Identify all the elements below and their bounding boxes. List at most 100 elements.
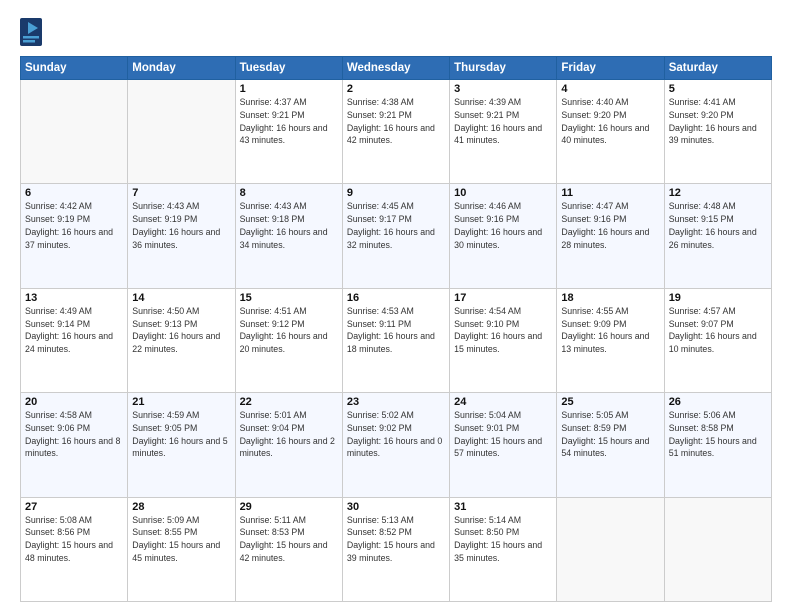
day-info: Sunrise: 4:43 AMSunset: 9:18 PMDaylight:…	[240, 200, 338, 251]
calendar-cell: 6Sunrise: 4:42 AMSunset: 9:19 PMDaylight…	[21, 184, 128, 288]
day-info: Sunrise: 5:09 AMSunset: 8:55 PMDaylight:…	[132, 514, 230, 565]
calendar-cell: 5Sunrise: 4:41 AMSunset: 9:20 PMDaylight…	[664, 80, 771, 184]
day-number: 1	[240, 83, 338, 95]
day-info: Sunrise: 5:06 AMSunset: 8:58 PMDaylight:…	[669, 409, 767, 460]
day-number: 22	[240, 396, 338, 408]
calendar-cell: 11Sunrise: 4:47 AMSunset: 9:16 PMDayligh…	[557, 184, 664, 288]
weekday-header-tuesday: Tuesday	[235, 57, 342, 80]
day-number: 21	[132, 396, 230, 408]
weekday-header-thursday: Thursday	[450, 57, 557, 80]
day-info: Sunrise: 4:48 AMSunset: 9:15 PMDaylight:…	[669, 200, 767, 251]
day-number: 17	[454, 292, 552, 304]
weekday-header-monday: Monday	[128, 57, 235, 80]
calendar-cell: 24Sunrise: 5:04 AMSunset: 9:01 PMDayligh…	[450, 393, 557, 497]
calendar-cell	[128, 80, 235, 184]
day-info: Sunrise: 4:57 AMSunset: 9:07 PMDaylight:…	[669, 305, 767, 356]
logo-icon	[20, 18, 42, 46]
calendar-cell: 31Sunrise: 5:14 AMSunset: 8:50 PMDayligh…	[450, 497, 557, 601]
calendar-cell: 22Sunrise: 5:01 AMSunset: 9:04 PMDayligh…	[235, 393, 342, 497]
day-info: Sunrise: 4:41 AMSunset: 9:20 PMDaylight:…	[669, 96, 767, 147]
day-number: 15	[240, 292, 338, 304]
day-info: Sunrise: 4:49 AMSunset: 9:14 PMDaylight:…	[25, 305, 123, 356]
day-number: 20	[25, 396, 123, 408]
day-info: Sunrise: 5:14 AMSunset: 8:50 PMDaylight:…	[454, 514, 552, 565]
day-number: 12	[669, 187, 767, 199]
weekday-header-row: SundayMondayTuesdayWednesdayThursdayFrid…	[21, 57, 772, 80]
day-info: Sunrise: 4:39 AMSunset: 9:21 PMDaylight:…	[454, 96, 552, 147]
day-number: 9	[347, 187, 445, 199]
calendar-cell: 20Sunrise: 4:58 AMSunset: 9:06 PMDayligh…	[21, 393, 128, 497]
day-info: Sunrise: 5:01 AMSunset: 9:04 PMDaylight:…	[240, 409, 338, 460]
day-number: 11	[561, 187, 659, 199]
calendar-cell: 2Sunrise: 4:38 AMSunset: 9:21 PMDaylight…	[342, 80, 449, 184]
calendar-week-3: 13Sunrise: 4:49 AMSunset: 9:14 PMDayligh…	[21, 288, 772, 392]
day-info: Sunrise: 5:08 AMSunset: 8:56 PMDaylight:…	[25, 514, 123, 565]
calendar-cell: 26Sunrise: 5:06 AMSunset: 8:58 PMDayligh…	[664, 393, 771, 497]
day-info: Sunrise: 5:11 AMSunset: 8:53 PMDaylight:…	[240, 514, 338, 565]
day-number: 16	[347, 292, 445, 304]
calendar-cell: 8Sunrise: 4:43 AMSunset: 9:18 PMDaylight…	[235, 184, 342, 288]
day-number: 27	[25, 501, 123, 513]
calendar-cell: 29Sunrise: 5:11 AMSunset: 8:53 PMDayligh…	[235, 497, 342, 601]
weekday-header-sunday: Sunday	[21, 57, 128, 80]
calendar-table: SundayMondayTuesdayWednesdayThursdayFrid…	[20, 56, 772, 602]
day-number: 10	[454, 187, 552, 199]
calendar-cell	[664, 497, 771, 601]
calendar-cell: 7Sunrise: 4:43 AMSunset: 9:19 PMDaylight…	[128, 184, 235, 288]
calendar-cell: 12Sunrise: 4:48 AMSunset: 9:15 PMDayligh…	[664, 184, 771, 288]
day-info: Sunrise: 4:59 AMSunset: 9:05 PMDaylight:…	[132, 409, 230, 460]
calendar-cell: 1Sunrise: 4:37 AMSunset: 9:21 PMDaylight…	[235, 80, 342, 184]
day-number: 18	[561, 292, 659, 304]
day-number: 30	[347, 501, 445, 513]
logo	[20, 18, 44, 46]
day-number: 4	[561, 83, 659, 95]
day-number: 24	[454, 396, 552, 408]
day-info: Sunrise: 4:55 AMSunset: 9:09 PMDaylight:…	[561, 305, 659, 356]
calendar-cell: 30Sunrise: 5:13 AMSunset: 8:52 PMDayligh…	[342, 497, 449, 601]
day-number: 5	[669, 83, 767, 95]
calendar-cell: 10Sunrise: 4:46 AMSunset: 9:16 PMDayligh…	[450, 184, 557, 288]
calendar-cell: 28Sunrise: 5:09 AMSunset: 8:55 PMDayligh…	[128, 497, 235, 601]
calendar-week-2: 6Sunrise: 4:42 AMSunset: 9:19 PMDaylight…	[21, 184, 772, 288]
day-number: 29	[240, 501, 338, 513]
calendar-cell: 17Sunrise: 4:54 AMSunset: 9:10 PMDayligh…	[450, 288, 557, 392]
calendar-cell: 21Sunrise: 4:59 AMSunset: 9:05 PMDayligh…	[128, 393, 235, 497]
day-number: 6	[25, 187, 123, 199]
day-number: 7	[132, 187, 230, 199]
day-number: 19	[669, 292, 767, 304]
calendar-cell: 23Sunrise: 5:02 AMSunset: 9:02 PMDayligh…	[342, 393, 449, 497]
day-info: Sunrise: 4:58 AMSunset: 9:06 PMDaylight:…	[25, 409, 123, 460]
calendar-week-1: 1Sunrise: 4:37 AMSunset: 9:21 PMDaylight…	[21, 80, 772, 184]
calendar-cell	[557, 497, 664, 601]
day-info: Sunrise: 4:43 AMSunset: 9:19 PMDaylight:…	[132, 200, 230, 251]
day-number: 3	[454, 83, 552, 95]
calendar-cell: 27Sunrise: 5:08 AMSunset: 8:56 PMDayligh…	[21, 497, 128, 601]
calendar-cell: 3Sunrise: 4:39 AMSunset: 9:21 PMDaylight…	[450, 80, 557, 184]
page: SundayMondayTuesdayWednesdayThursdayFrid…	[0, 0, 792, 612]
day-info: Sunrise: 4:42 AMSunset: 9:19 PMDaylight:…	[25, 200, 123, 251]
day-number: 25	[561, 396, 659, 408]
day-number: 2	[347, 83, 445, 95]
weekday-header-friday: Friday	[557, 57, 664, 80]
day-info: Sunrise: 4:50 AMSunset: 9:13 PMDaylight:…	[132, 305, 230, 356]
day-info: Sunrise: 4:47 AMSunset: 9:16 PMDaylight:…	[561, 200, 659, 251]
header	[20, 18, 772, 46]
day-number: 31	[454, 501, 552, 513]
calendar-cell	[21, 80, 128, 184]
day-info: Sunrise: 5:02 AMSunset: 9:02 PMDaylight:…	[347, 409, 445, 460]
calendar-cell: 19Sunrise: 4:57 AMSunset: 9:07 PMDayligh…	[664, 288, 771, 392]
calendar-cell: 18Sunrise: 4:55 AMSunset: 9:09 PMDayligh…	[557, 288, 664, 392]
calendar-cell: 13Sunrise: 4:49 AMSunset: 9:14 PMDayligh…	[21, 288, 128, 392]
calendar-week-5: 27Sunrise: 5:08 AMSunset: 8:56 PMDayligh…	[21, 497, 772, 601]
day-info: Sunrise: 5:04 AMSunset: 9:01 PMDaylight:…	[454, 409, 552, 460]
calendar-cell: 15Sunrise: 4:51 AMSunset: 9:12 PMDayligh…	[235, 288, 342, 392]
calendar-cell: 14Sunrise: 4:50 AMSunset: 9:13 PMDayligh…	[128, 288, 235, 392]
day-info: Sunrise: 4:38 AMSunset: 9:21 PMDaylight:…	[347, 96, 445, 147]
day-number: 14	[132, 292, 230, 304]
day-number: 8	[240, 187, 338, 199]
day-number: 23	[347, 396, 445, 408]
day-info: Sunrise: 4:45 AMSunset: 9:17 PMDaylight:…	[347, 200, 445, 251]
calendar-week-4: 20Sunrise: 4:58 AMSunset: 9:06 PMDayligh…	[21, 393, 772, 497]
day-info: Sunrise: 5:05 AMSunset: 8:59 PMDaylight:…	[561, 409, 659, 460]
day-number: 26	[669, 396, 767, 408]
